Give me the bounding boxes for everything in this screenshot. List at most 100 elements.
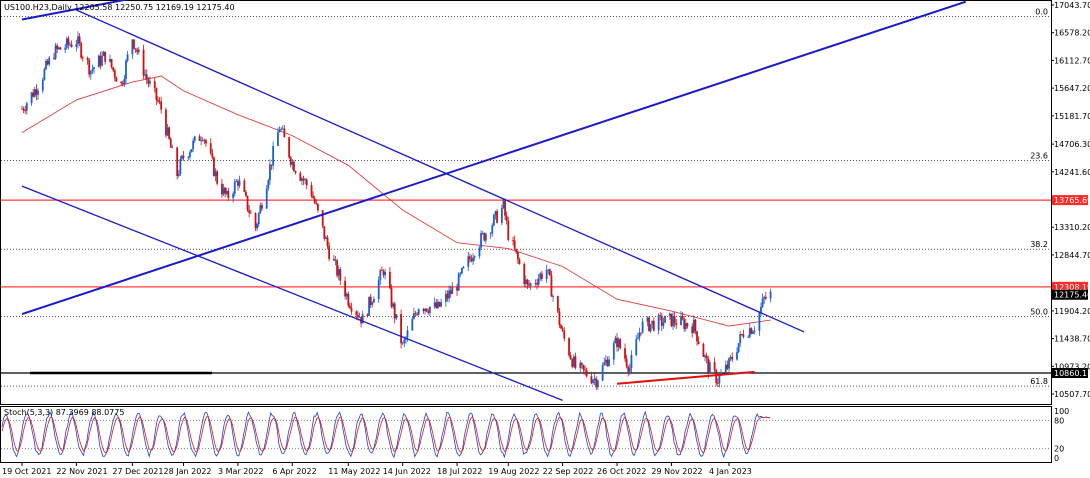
candle-body <box>505 215 508 221</box>
candle-body <box>406 330 409 338</box>
candle-body <box>758 312 761 331</box>
candle-body <box>478 247 481 257</box>
candle-body <box>57 47 60 49</box>
candle-body <box>648 317 650 332</box>
stoch-tick-label: 0 <box>1054 454 1059 463</box>
time-tick-label: 22 Nov 2021 <box>56 467 107 476</box>
candle-body <box>200 140 203 142</box>
candle-body <box>750 328 753 334</box>
candle-body <box>747 336 750 338</box>
candle-body <box>254 213 257 229</box>
candle-body <box>179 159 182 174</box>
candle-body <box>349 305 351 308</box>
candle-body <box>417 309 420 315</box>
candle-body <box>636 337 639 340</box>
candle-body <box>729 356 732 359</box>
candle-body <box>81 57 84 59</box>
candle-body <box>649 323 652 332</box>
candle-body <box>512 239 514 241</box>
candle-body <box>681 316 684 320</box>
candle-body <box>446 293 449 299</box>
chart-canvas: 0.0 23.6 38.2 50.0 61.8 17043.70 16578.20 1611… <box>0 0 1090 476</box>
candle-body <box>347 293 350 306</box>
candle-body <box>133 39 135 49</box>
candle-body <box>718 375 721 384</box>
time-tick-label: 14 Jun 2022 <box>383 467 431 476</box>
time-tick-label: 19 Aug 2022 <box>488 467 539 476</box>
candle-body <box>142 49 145 76</box>
candle-body <box>99 55 102 66</box>
time-tick-label: 6 Apr 2022 <box>272 467 316 476</box>
price-tick-label: 14241.60 <box>1054 168 1090 177</box>
candle-body <box>97 55 100 68</box>
candle-body <box>763 296 766 299</box>
fib-label: 23.6 <box>1030 152 1048 161</box>
candle-body <box>301 178 303 181</box>
candle-body <box>45 60 47 70</box>
candle-body <box>740 334 743 335</box>
candle-body <box>149 81 151 84</box>
candle-body <box>160 101 163 110</box>
candle-body <box>222 187 225 195</box>
candle-body <box>86 57 89 60</box>
candle-body <box>288 137 291 158</box>
candle-body <box>657 315 660 331</box>
candle-body <box>37 90 39 95</box>
trendline <box>76 9 805 333</box>
candle-body <box>24 110 27 112</box>
candle-body <box>326 237 329 247</box>
candle-body <box>345 293 348 297</box>
candle-body <box>238 180 241 186</box>
candle-body <box>35 89 38 95</box>
candle-body <box>513 240 516 249</box>
candle-body <box>187 156 190 158</box>
candle-body <box>272 145 275 166</box>
candle-body <box>462 266 465 269</box>
candle-body <box>652 320 655 331</box>
candle-body <box>580 362 583 365</box>
candle-body <box>739 334 742 344</box>
candle-body <box>449 290 452 294</box>
candle-body <box>289 157 292 165</box>
candle-body <box>616 338 618 348</box>
candle-body <box>552 296 554 297</box>
candle-body <box>659 315 662 316</box>
candle-body <box>54 45 57 59</box>
trendline <box>616 370 755 385</box>
candle-body <box>704 355 706 357</box>
candle-body <box>491 225 494 234</box>
candle-body <box>444 293 447 303</box>
candle-body <box>109 59 111 62</box>
candle-body <box>760 306 762 313</box>
candle-body <box>670 313 673 327</box>
price-tick-label: 17043.70 <box>1054 1 1090 10</box>
candle-body <box>134 48 137 50</box>
candle-body <box>176 147 179 176</box>
candle-body <box>675 323 678 326</box>
candle-body <box>56 45 59 49</box>
candle-body <box>201 139 204 141</box>
candle-body <box>630 354 633 369</box>
candle-body <box>32 92 35 97</box>
candle-body <box>328 246 331 260</box>
candle-body <box>764 296 767 299</box>
fib-label: 61.8 <box>1030 377 1048 386</box>
candle-body <box>41 79 44 91</box>
candle-body <box>662 322 665 326</box>
candle-body <box>411 318 414 331</box>
candle-body <box>737 343 740 353</box>
candle-body <box>373 299 375 303</box>
candle-body <box>507 220 510 240</box>
candle-body <box>371 302 374 305</box>
candle-body <box>457 273 460 291</box>
time-tick-label: 22 Sep 2022 <box>543 467 594 476</box>
candle-body <box>708 362 711 374</box>
candle-body <box>569 355 572 360</box>
candle-body <box>601 365 604 381</box>
stoch-pane-frame <box>0 406 1052 463</box>
candle-body <box>350 307 353 312</box>
candle-body <box>216 171 219 184</box>
candle-body <box>366 314 369 316</box>
time-tick-label: 27 Dec 2021 <box>112 467 163 476</box>
candle-body <box>524 279 527 284</box>
